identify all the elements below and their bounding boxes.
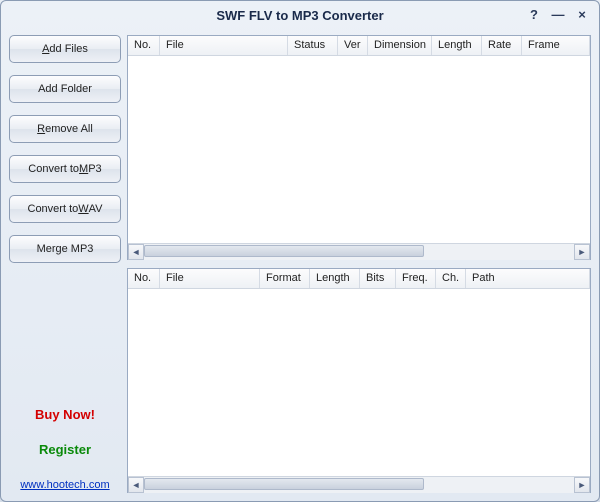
scroll-track[interactable] — [144, 244, 574, 260]
col-freq[interactable]: Freq. — [396, 269, 436, 288]
sidebar: Add Files Add Folder Remove All Convert … — [9, 35, 121, 493]
convert-to-mp3-button[interactable]: Convert to MP3 — [9, 155, 121, 183]
scroll-right-icon[interactable]: ► — [574, 244, 590, 260]
sidebar-spacer — [9, 275, 121, 395]
col-length-2[interactable]: Length — [310, 269, 360, 288]
source-files-table: No. File Status Ver Dimension Length Rat… — [127, 35, 591, 260]
output-table-body[interactable] — [128, 289, 590, 476]
main: No. File Status Ver Dimension Length Rat… — [127, 35, 591, 493]
col-status[interactable]: Status — [288, 36, 338, 55]
source-table-header: No. File Status Ver Dimension Length Rat… — [128, 36, 590, 56]
col-file-2[interactable]: File — [160, 269, 260, 288]
remove-all-button[interactable]: Remove All — [9, 115, 121, 143]
add-folder-button[interactable]: Add Folder — [9, 75, 121, 103]
buy-now-link[interactable]: Buy Now! — [9, 407, 121, 422]
add-files-button[interactable]: Add Files — [9, 35, 121, 63]
output-files-table: No. File Format Length Bits Freq. Ch. Pa… — [127, 268, 591, 493]
titlebar: SWF FLV to MP3 Converter ? — × — [1, 1, 599, 29]
col-dimension[interactable]: Dimension — [368, 36, 432, 55]
scroll-thumb[interactable] — [144, 245, 424, 257]
col-bits[interactable]: Bits — [360, 269, 396, 288]
col-ch[interactable]: Ch. — [436, 269, 466, 288]
col-no[interactable]: No. — [128, 36, 160, 55]
convert-to-wav-button[interactable]: Convert to WAV — [9, 195, 121, 223]
scroll-left-icon[interactable]: ◄ — [128, 244, 144, 260]
app-window: SWF FLV to MP3 Converter ? — × Add Files… — [0, 0, 600, 502]
col-length[interactable]: Length — [432, 36, 482, 55]
col-no-2[interactable]: No. — [128, 269, 160, 288]
output-table-scrollbar: ◄ ► — [128, 476, 590, 492]
col-file[interactable]: File — [160, 36, 288, 55]
scroll-right-icon-2[interactable]: ► — [574, 477, 590, 493]
source-table-body[interactable] — [128, 56, 590, 243]
titlebar-controls: ? — × — [527, 7, 589, 21]
website-link[interactable]: www.hootech.com — [9, 479, 121, 491]
col-rate[interactable]: Rate — [482, 36, 522, 55]
col-format[interactable]: Format — [260, 269, 310, 288]
col-frame[interactable]: Frame — [522, 36, 590, 55]
scroll-thumb-2[interactable] — [144, 478, 424, 490]
register-link[interactable]: Register — [9, 442, 121, 457]
merge-mp3-button[interactable]: Merge MP3 — [9, 235, 121, 263]
scroll-track-2[interactable] — [144, 477, 574, 493]
scroll-left-icon-2[interactable]: ◄ — [128, 477, 144, 493]
col-ver[interactable]: Ver — [338, 36, 368, 55]
window-title: SWF FLV to MP3 Converter — [216, 8, 383, 23]
close-icon[interactable]: × — [575, 7, 589, 21]
minimize-icon[interactable]: — — [551, 7, 565, 21]
help-icon[interactable]: ? — [527, 7, 541, 21]
source-table-scrollbar: ◄ ► — [128, 243, 590, 259]
output-table-header: No. File Format Length Bits Freq. Ch. Pa… — [128, 269, 590, 289]
content: Add Files Add Folder Remove All Convert … — [1, 29, 599, 501]
col-path[interactable]: Path — [466, 269, 590, 288]
